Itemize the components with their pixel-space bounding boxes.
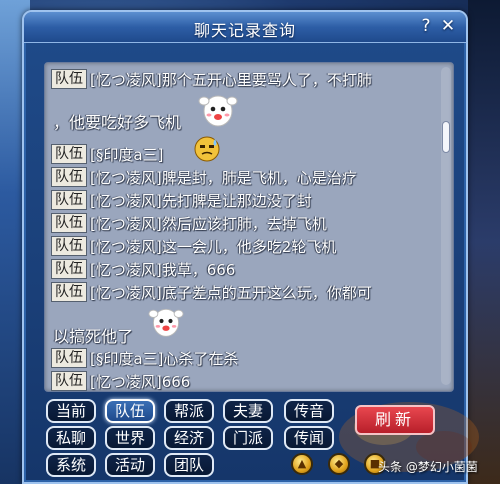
channel-tag-team[interactable]: 队伍 — [51, 348, 87, 368]
watermark-text: 头条 @梦幻小菌菌 — [378, 460, 478, 474]
channel-tag-team[interactable]: 队伍 — [51, 144, 87, 164]
tab-transmission[interactable]: 传音 — [284, 399, 334, 423]
tab-current[interactable]: 当前 — [46, 399, 96, 423]
channel-tag-team[interactable]: 队伍 — [51, 259, 87, 279]
channel-tag-team[interactable]: 队伍 — [51, 236, 87, 256]
channel-tag-team[interactable]: 队伍 — [51, 190, 87, 210]
refresh-button[interactable]: 刷新 — [355, 405, 435, 435]
chat-line: 队伍 [§印度a三] — [51, 143, 163, 165]
scrollbar-thumb[interactable] — [442, 121, 450, 153]
chat-line: 队伍 [忆つ凌风]我草，666 — [51, 258, 235, 280]
tab-activity[interactable]: 活动 — [105, 453, 155, 477]
window-title: 聊天记录查询 — [193, 21, 296, 40]
chat-line: 队伍 [忆つ凌风]这一会儿，他多吃2轮飞机 — [51, 235, 336, 257]
tab-rumor[interactable]: 传闻 — [284, 426, 334, 450]
message-text: [忆つ凌风]然后应该打肺，去掉飞机 — [90, 214, 327, 233]
tab-private[interactable]: 私聊 — [46, 426, 96, 450]
message-continuation: 以搞死他了 — [53, 327, 134, 346]
tab-sect[interactable]: 门派 — [223, 426, 273, 450]
chat-line: 队伍 [§印度a三]心杀了在杀 — [51, 347, 238, 369]
message-text: [忆つ凌风]666 — [90, 372, 191, 391]
tab-world[interactable]: 世界 — [105, 426, 155, 450]
channel-tag-team[interactable]: 队伍 — [51, 69, 87, 89]
up-arrow-icon[interactable]: ▲ — [291, 453, 313, 475]
chat-log[interactable]: 队伍 [忆つ凌风]那个五开心里要骂人了，不打肺 ，他要吃好多飞机 队伍 [§印度… — [44, 62, 454, 392]
message-text: [忆つ凌风]那个五开心里要骂人了，不打肺 — [90, 70, 372, 89]
channel-tag-team[interactable]: 队伍 — [51, 213, 87, 233]
chat-line: 队伍 [忆つ凌风]那个五开心里要骂人了，不打肺 — [51, 68, 372, 90]
chat-line: 队伍 [忆つ凌风]先打脾是让那边没了封 — [51, 189, 312, 211]
close-button[interactable]: ✕ — [438, 16, 458, 36]
chat-line: 队伍 [忆つ凌风]脾是封，肺是飞机，心是治疗 — [51, 166, 357, 188]
cheering-ghost-emote — [148, 308, 184, 337]
title-bar[interactable]: 聊天记录查询 ? ✕ — [24, 12, 466, 43]
message-text: [忆つ凌风]底子差点的五开这么玩，你都可 — [90, 283, 372, 302]
chat-scrollbar[interactable] — [441, 67, 451, 385]
message-text: [§印度a三] — [90, 145, 164, 164]
tab-system[interactable]: 系统 — [46, 453, 96, 477]
tab-squad[interactable]: 团队 — [164, 453, 214, 477]
message-continuation: ，他要吃好多飞机 — [53, 113, 182, 132]
tab-guild[interactable]: 帮派 — [164, 399, 214, 423]
tab-economy[interactable]: 经济 — [164, 426, 214, 450]
chat-history-window: 聊天记录查询 ? ✕ 队伍 [忆つ凌风]那个五开心里要骂人了，不打肺 ，他要吃好… — [22, 10, 479, 484]
message-text: [忆つ凌风]我草，666 — [90, 260, 236, 279]
help-button[interactable]: ? — [416, 16, 436, 36]
cheering-ghost-emote — [198, 95, 238, 127]
channel-tag-team[interactable]: 队伍 — [51, 371, 87, 391]
channel-tag-team[interactable]: 队伍 — [51, 282, 87, 302]
message-text: [忆つ凌风]这一会儿，他多吃2轮飞机 — [90, 237, 337, 256]
tab-team[interactable]: 队伍 — [105, 399, 155, 423]
sweating-face-emote — [194, 136, 220, 162]
message-text: [§印度a三]心杀了在杀 — [90, 349, 239, 368]
gold-coin-icon[interactable]: ◆ — [328, 453, 350, 475]
channel-tag-team[interactable]: 队伍 — [51, 167, 87, 187]
tab-spouse[interactable]: 夫妻 — [223, 399, 273, 423]
chat-line: 队伍 [忆つ凌风]底子差点的五开这么玩，你都可 — [51, 281, 372, 303]
chat-line: 队伍 [忆つ凌风]然后应该打肺，去掉飞机 — [51, 212, 327, 234]
chat-line: 队伍 [忆つ凌风]666 — [51, 370, 191, 391]
message-text: [忆つ凌风]脾是封，肺是飞机，心是治疗 — [90, 168, 357, 187]
message-text: [忆つ凌风]先打脾是让那边没了封 — [90, 191, 312, 210]
